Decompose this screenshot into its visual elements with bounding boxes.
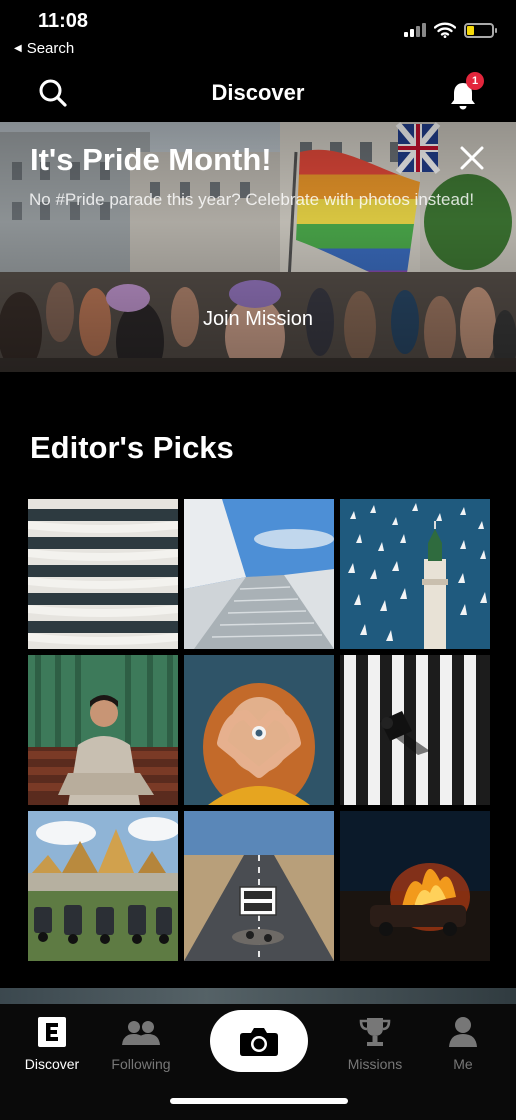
photo-tile[interactable] (28, 811, 178, 961)
home-indicator (170, 1098, 348, 1104)
photo-tile[interactable] (28, 499, 178, 649)
trophy-icon (359, 1018, 391, 1046)
notification-badge: 1 (466, 72, 484, 90)
battery-icon (464, 22, 497, 38)
tab-label: Discover (24, 1056, 80, 1072)
banner-description: No #Pride parade this year? Celebrate wi… (29, 190, 475, 209)
tab-me[interactable]: Me (418, 1014, 508, 1072)
join-mission-button[interactable]: Join Mission (0, 308, 516, 331)
tab-following[interactable]: Following (96, 1014, 186, 1072)
woman-hands-heart-photo (184, 655, 334, 805)
photo-tile[interactable] (340, 499, 490, 649)
tab-missions[interactable]: Missions (330, 1014, 420, 1072)
tab-discover[interactable]: Discover (7, 1014, 97, 1072)
zebra-crossing-photo (340, 655, 490, 805)
tab-label: Me (453, 1056, 473, 1072)
burning-car-photo (340, 811, 490, 961)
photo-tile[interactable] (340, 655, 490, 805)
white-staircase-photo (184, 499, 334, 649)
following-icon (122, 1021, 160, 1045)
editors-picks-grid (28, 499, 490, 961)
temple-scooters-photo (28, 811, 178, 961)
road-closed-sign-photo (184, 811, 334, 961)
photo-tile[interactable] (184, 499, 334, 649)
status-time: 11:08 (38, 10, 89, 32)
camera-upload-button[interactable] (210, 1010, 308, 1072)
app-header: Discover 1 (0, 64, 516, 122)
photo-tile[interactable] (340, 811, 490, 961)
tab-label: Missions (347, 1056, 403, 1072)
profile-icon (449, 1017, 477, 1047)
photo-tile[interactable] (28, 655, 178, 805)
camera-icon (240, 1028, 278, 1056)
back-label: Search (26, 40, 75, 57)
pride-mission-banner[interactable]: It's Pride Month! No #Pride parade this … (0, 122, 516, 372)
cellular-signal-icon (404, 23, 426, 37)
discover-icon (38, 1017, 66, 1047)
notifications-button[interactable]: 1 (448, 72, 484, 110)
building-facade-photo (28, 499, 178, 649)
section-title: Editor's Picks (30, 430, 234, 465)
status-bar: 11:08 ◀ Search (0, 0, 516, 64)
back-arrow-icon: ◀ (14, 43, 22, 54)
photo-tile[interactable] (184, 811, 334, 961)
back-to-search-link[interactable]: ◀ Search (14, 40, 74, 57)
close-icon[interactable] (458, 144, 486, 172)
status-icons (404, 22, 497, 38)
sailboats-lighthouse-photo (340, 499, 490, 649)
wifi-icon (434, 22, 456, 38)
man-on-bench-photo (28, 655, 178, 805)
tab-label: Following (111, 1056, 171, 1072)
page-title: Discover (211, 80, 305, 105)
next-section-preview (0, 988, 516, 1004)
banner-title: It's Pride Month! (30, 142, 272, 177)
photo-tile[interactable] (184, 655, 334, 805)
